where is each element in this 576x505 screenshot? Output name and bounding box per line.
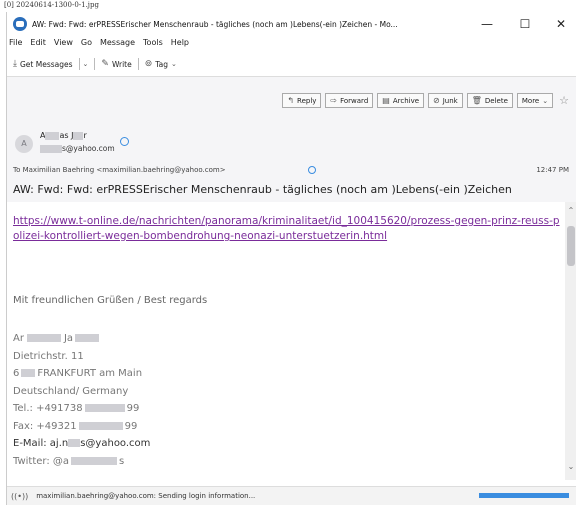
redaction-block bbox=[40, 145, 62, 153]
sender-name[interactable]: Aas Jr bbox=[40, 131, 87, 140]
message-subject: AW: Fwd: Fwd: erPRESSErischer Menschenra… bbox=[13, 183, 512, 196]
window-title: AW: Fwd: Fwd: erPRESSErischer Menschenra… bbox=[32, 19, 398, 29]
reply-icon: ↰ bbox=[287, 96, 295, 105]
star-icon[interactable]: ☆ bbox=[559, 93, 569, 108]
pencil-icon: ✎ bbox=[101, 59, 109, 69]
trash-icon: 🗑 bbox=[471, 96, 482, 105]
signature-country: Deutschland/ Germany bbox=[13, 385, 129, 397]
menu-message[interactable]: Message bbox=[100, 38, 135, 52]
download-icon: ⤓ bbox=[13, 59, 17, 69]
redaction-block bbox=[21, 369, 36, 377]
junk-icon: ⊘ bbox=[433, 96, 440, 105]
title-bar: AW: Fwd: Fwd: erPRESSErischer Menschenra… bbox=[7, 12, 576, 36]
tag-icon: ⊚ bbox=[144, 59, 153, 69]
reply-label: Reply bbox=[297, 96, 317, 105]
message-scrollbar[interactable]: ⌃ ⌄ bbox=[565, 202, 576, 480]
menu-view[interactable]: View bbox=[54, 38, 73, 52]
status-text: maximilian.baehring@yahoo.com: Sending l… bbox=[36, 492, 256, 500]
redaction-block bbox=[71, 456, 118, 465]
get-messages-dropdown-icon[interactable]: ⌄ bbox=[83, 60, 89, 68]
scroll-thumb[interactable] bbox=[567, 226, 575, 266]
sender-email-end: s@yahoo.com bbox=[62, 144, 115, 153]
online-status-icon[interactable]: ((•)) bbox=[11, 492, 28, 501]
sender-name-mid: as J bbox=[59, 131, 74, 140]
redaction-block bbox=[45, 131, 60, 140]
delete-button[interactable]: 🗑 Delete bbox=[466, 93, 513, 108]
screenshot-caption: [0] 20240614-1300-0-1.jpg bbox=[4, 1, 99, 9]
junk-label: Junk bbox=[442, 96, 458, 105]
tag-label: Tag bbox=[155, 59, 168, 69]
message-actions: ↰ Reply ⇨ Forward ▤ Archive ⊘ Junk 🗑 Del… bbox=[278, 93, 569, 108]
greeting: Mit freundlichen Grüßen / Best regards bbox=[13, 295, 208, 306]
verified-icon bbox=[120, 137, 129, 146]
minimize-button[interactable]: — bbox=[473, 15, 501, 33]
forward-button[interactable]: ⇨ Forward bbox=[325, 93, 374, 108]
scroll-down-icon[interactable]: ⌄ bbox=[565, 462, 576, 471]
redaction-block bbox=[75, 334, 100, 342]
junk-button[interactable]: ⊘ Junk bbox=[428, 93, 463, 108]
status-bar: ((•)) maximilian.baehring@yahoo.com: Sen… bbox=[7, 486, 576, 505]
menu-bar: File Edit View Go Message Tools Help bbox=[7, 38, 197, 52]
recipient-line[interactable]: To Maximilian Baehring <maximilian.baehr… bbox=[13, 166, 226, 174]
sender-name-end: r bbox=[83, 131, 87, 140]
archive-label: Archive bbox=[392, 96, 420, 105]
redaction-block bbox=[78, 421, 123, 430]
redaction-block bbox=[84, 404, 125, 412]
forward-icon: ⇨ bbox=[330, 96, 338, 105]
menu-edit[interactable]: Edit bbox=[30, 38, 46, 52]
write-button[interactable]: ✎ Write bbox=[101, 59, 131, 69]
toolbar-divider bbox=[78, 58, 80, 70]
menu-file[interactable]: File bbox=[9, 38, 22, 52]
toolbar-divider bbox=[94, 58, 96, 70]
avatar: A bbox=[15, 135, 33, 153]
signature-phone: Tel.: +491738 99 bbox=[13, 403, 140, 414]
maximize-button[interactable]: ☐ bbox=[511, 15, 539, 33]
signature-street: Dietrichstr. 11 bbox=[13, 350, 84, 362]
more-button[interactable]: More ⌄ bbox=[516, 93, 554, 108]
thunderbird-icon bbox=[13, 17, 27, 31]
scroll-up-icon[interactable]: ⌃ bbox=[565, 206, 576, 215]
redaction-block bbox=[73, 131, 84, 140]
signature-email: E-Mail: aj.n s@yahoo.com bbox=[13, 438, 151, 449]
signature-twitter: Twitter: @a s bbox=[13, 455, 125, 467]
mail-window: AW: Fwd: Fwd: erPRESSErischer Menschenra… bbox=[6, 12, 576, 505]
close-button[interactable]: ✕ bbox=[547, 15, 575, 33]
sender-email[interactable]: s@yahoo.com bbox=[40, 144, 115, 153]
menu-help[interactable]: Help bbox=[171, 38, 189, 52]
signature-fax: Fax: +49321 99 bbox=[13, 420, 138, 432]
redaction-block bbox=[68, 439, 81, 447]
forward-label: Forward bbox=[340, 96, 369, 105]
contact-icon bbox=[308, 166, 316, 174]
signature-city: 6 FRANKFURT am Main bbox=[13, 368, 143, 379]
tag-button[interactable]: ⊚ Tag ⌄ bbox=[145, 59, 177, 69]
archive-button[interactable]: ▤ Archive bbox=[377, 93, 425, 108]
archive-icon: ▤ bbox=[382, 96, 390, 105]
progress-bar bbox=[479, 493, 569, 498]
chevron-down-icon: ⌄ bbox=[542, 96, 549, 105]
toolbar-divider bbox=[137, 58, 139, 70]
delete-label: Delete bbox=[484, 96, 508, 105]
progress-fill bbox=[479, 493, 569, 498]
reply-button[interactable]: ↰ Reply bbox=[282, 93, 322, 108]
menu-go[interactable]: Go bbox=[81, 38, 92, 52]
article-link[interactable]: https://www.t-online.de/nachrichten/pano… bbox=[13, 214, 561, 244]
menu-tools[interactable]: Tools bbox=[143, 38, 163, 52]
signature: Ar Ja Dietrichstr. 11 6 FRANKFURT am Main … bbox=[13, 330, 150, 470]
redaction-block bbox=[26, 334, 61, 342]
get-messages-label: Get Messages bbox=[19, 59, 73, 69]
chevron-down-icon: ⌄ bbox=[171, 60, 177, 68]
more-label: More bbox=[521, 96, 540, 105]
write-label: Write bbox=[111, 59, 132, 69]
message-body: https://www.t-online.de/nachrichten/pano… bbox=[7, 202, 565, 480]
message-time: 12:47 PM bbox=[536, 166, 569, 174]
signature-name: Ar Ja bbox=[13, 330, 150, 348]
main-toolbar: ⤓ Get Messages ⌄ ✎ Write ⊚ Tag ⌄ bbox=[7, 55, 576, 73]
get-messages-button[interactable]: ⤓ Get Messages bbox=[13, 59, 73, 69]
